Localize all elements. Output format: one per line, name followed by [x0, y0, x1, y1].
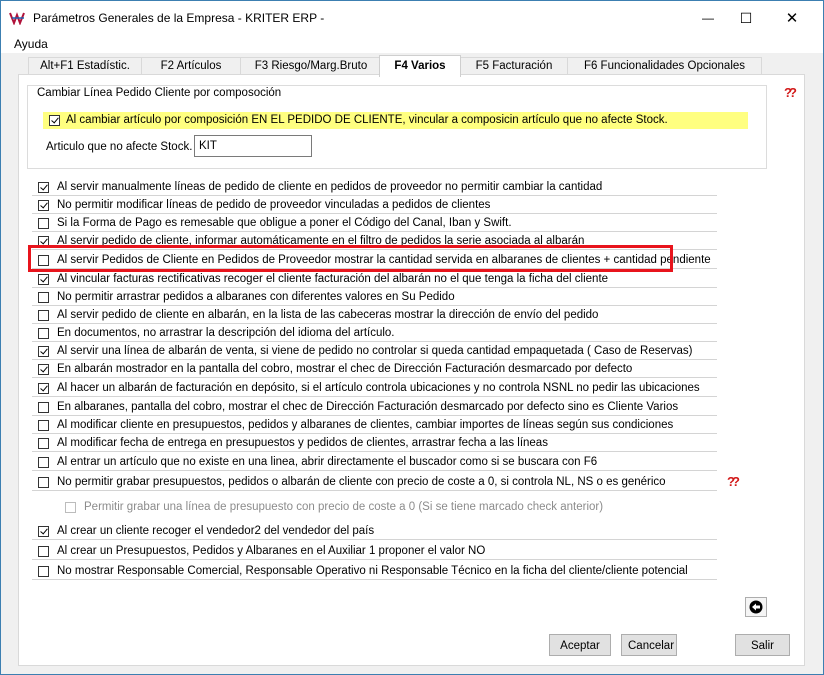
option-checkbox[interactable] — [38, 383, 49, 394]
option-checkbox — [65, 502, 76, 513]
svg-text:?: ? — [732, 474, 740, 488]
accept-button[interactable]: Aceptar — [549, 634, 611, 656]
app-window: Parámetros Generales de la Empresa - KRI… — [0, 0, 824, 675]
cancel-button[interactable]: Cancelar — [621, 634, 677, 656]
option-checkbox[interactable] — [38, 346, 49, 357]
arrow-left-icon — [749, 600, 763, 614]
stock-article-label: Articulo que no afecte Stock. — [46, 141, 193, 153]
option-label: Al crear un cliente recoger el vendedor2… — [57, 525, 375, 537]
option-checkbox[interactable] — [38, 182, 49, 193]
back-button[interactable] — [745, 597, 767, 617]
option-label: Al servir pedido de cliente en albarán, … — [57, 309, 599, 321]
maximize-button[interactable]: ☐ — [723, 1, 769, 35]
option-label: Al hacer un albarán de facturación en de… — [57, 382, 700, 394]
option-checkbox[interactable] — [38, 546, 49, 557]
option-checkbox[interactable] — [38, 292, 49, 303]
option-label: Al servir manualmente líneas de pedido d… — [57, 181, 603, 193]
minimize-icon: — — [702, 11, 714, 25]
close-icon: ✕ — [785, 10, 799, 27]
option-checkbox[interactable] — [38, 200, 49, 211]
app-logo-icon — [9, 11, 27, 25]
option-checkbox[interactable] — [38, 364, 49, 375]
option-checkbox[interactable] — [38, 526, 49, 537]
option-checkbox[interactable] — [38, 218, 49, 229]
option-label: Al modificar fecha de entrega en presupu… — [57, 437, 548, 449]
tab-varios[interactable]: F4 Varios — [379, 55, 461, 77]
tab-riesgo[interactable]: F3 Riesgo/Marg.Bruto — [240, 57, 382, 75]
svg-text:?: ? — [789, 85, 797, 99]
stock-article-input[interactable]: KIT — [194, 135, 312, 157]
option-label: En documentos, no arrastrar la descripci… — [57, 327, 395, 339]
option-label: En albarán mostrador en la pantalla del … — [57, 363, 633, 375]
option-label: Al entrar un artículo que no existe en u… — [57, 456, 598, 468]
option-label: Si la Forma de Pago es remesable que obl… — [57, 217, 512, 229]
maximize-icon: ☐ — [739, 9, 753, 26]
composition-checkbox-label: Al cambiar artículo por composición EN E… — [66, 114, 668, 126]
option-label: No permitir arrastrar pedidos a albarane… — [57, 291, 455, 303]
option-label: Permitir grabar una línea de presupuesto… — [84, 501, 604, 513]
tab-strip: Alt+F1 Estadístic. F2 Artículos F3 Riesg… — [1, 55, 823, 77]
option-label: Al vincular facturas rectificativas reco… — [57, 273, 609, 285]
option-label: No permitir modificar líneas de pedido d… — [57, 199, 491, 211]
option-checkbox[interactable] — [38, 328, 49, 339]
option-label: No permitir grabar presupuestos, pedidos… — [57, 476, 666, 488]
option-label: Al servir una línea de albarán de venta,… — [57, 345, 693, 357]
group-title: Cambiar Línea Pedido Cliente por composo… — [37, 87, 282, 99]
option-checkbox[interactable] — [38, 402, 49, 413]
option-label: Al modificar cliente en presupuestos, pe… — [57, 419, 674, 431]
tab-estadistic[interactable]: Alt+F1 Estadístic. — [28, 57, 142, 75]
option-checkbox[interactable] — [38, 457, 49, 468]
option-label: No mostrar Responsable Comercial, Respon… — [57, 565, 688, 577]
title-bar[interactable]: Parámetros Generales de la Empresa - KRI… — [1, 1, 823, 35]
composition-checkbox[interactable] — [49, 115, 60, 126]
help-icon-2[interactable]: ? ? — [725, 474, 741, 488]
option-checkbox[interactable] — [38, 438, 49, 449]
help-icon[interactable]: ? ? — [782, 85, 798, 99]
option-label: Al crear un Presupuestos, Pedidos y Alba… — [57, 545, 486, 557]
menu-ayuda[interactable]: Ayuda — [14, 37, 48, 51]
menu-bar: Ayuda — [1, 35, 823, 53]
option-checkbox[interactable] — [38, 566, 49, 577]
option-checkbox[interactable] — [38, 477, 49, 488]
option-checkbox[interactable] — [38, 420, 49, 431]
close-button[interactable]: ✕ — [769, 1, 815, 35]
exit-button[interactable]: Salir — [735, 634, 790, 656]
window-title: Parámetros Generales de la Empresa - KRI… — [33, 11, 325, 25]
option-checkbox[interactable] — [38, 274, 49, 285]
tab-funcionalidades[interactable]: F6 Funcionalidades Opcionales — [567, 57, 762, 75]
highlight-annotation-box — [28, 245, 673, 272]
option-label: En albaranes, pantalla del cobro, mostra… — [57, 401, 679, 413]
tab-articulos[interactable]: F2 Artículos — [141, 57, 241, 75]
tab-facturacion[interactable]: F5 Facturación — [460, 57, 568, 75]
option-checkbox[interactable] — [38, 310, 49, 321]
